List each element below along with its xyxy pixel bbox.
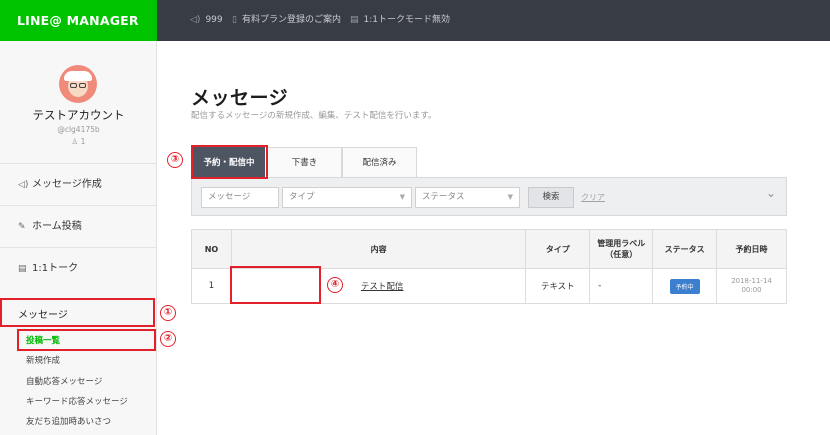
cell-status: 予約中 [652, 268, 718, 304]
annotation-box-messages [0, 298, 155, 327]
page-title: メッセージ [191, 87, 289, 109]
scheduled-date: 2018-11-14 [731, 277, 772, 285]
expand-chevron-icon[interactable]: ⌄ [766, 186, 776, 200]
sidebar: テストアカウント @clg4175b ♙ 1 ◁) メッセージ作成 ✎ ホーム投稿 … [0, 41, 157, 435]
chat-icon: ▤ [350, 15, 359, 25]
sidebar-item-one-on-one-talk[interactable]: ▤ 1:1トーク [0, 247, 156, 289]
tab-drafts[interactable]: 下書き [267, 147, 342, 177]
status-select[interactable]: ステータス ▼ [415, 187, 520, 208]
account-members: ♙ 1 [71, 137, 86, 146]
chevron-down-icon: ▼ [399, 193, 405, 201]
col-header-label: 管理用ラベル （任意） [589, 229, 654, 269]
search-button[interactable]: 検索 [528, 187, 574, 208]
annotation-box-message-link [230, 266, 321, 304]
cell-no: 1 [191, 268, 232, 304]
document-icon: ▯ [232, 15, 237, 25]
tab-sent[interactable]: 配信済み [342, 147, 417, 177]
status-badge: 予約中 [669, 278, 700, 294]
cell-label: - [589, 268, 654, 304]
filter-bar: メッセージ タイプ ▼ ステータス ▼ 検索 クリア ⌄ [191, 177, 787, 216]
account-id: @clg4175b [57, 125, 100, 134]
cell-date: 2018-11-14 00:00 [716, 268, 787, 304]
col-header-status: ステータス [652, 229, 718, 269]
annotation-box-post-list [17, 329, 156, 351]
sidebar-subitem-new[interactable]: 新規作成 [26, 354, 60, 366]
talk-mode-status[interactable]: ▤ 1:1トークモード無効 [350, 0, 450, 41]
annotation-number-2: ② [160, 331, 176, 347]
account-name: テストアカウント [32, 108, 125, 122]
top-bar: LINE@ MANAGER ◁) 999 ▯ 有料プラン登録のご案内 ▤ 1:1トーク… [0, 0, 830, 41]
annotation-number-1: ① [160, 305, 176, 321]
chevron-down-icon: ▼ [507, 193, 513, 201]
message-link[interactable]: テスト配信 [361, 282, 404, 292]
brand-logo[interactable]: LINE@ MANAGER [0, 0, 157, 41]
person-icon: ♙ [71, 137, 81, 146]
annotation-number-4: ④ [327, 277, 343, 293]
annotation-number-3: ③ [167, 152, 183, 168]
speaker-icon: ◁) [190, 15, 201, 25]
chat-icon: ▤ [18, 264, 27, 274]
annotation-box-tab [191, 145, 268, 179]
col-header-no: NO [191, 229, 232, 269]
message-search-input[interactable]: メッセージ [201, 187, 279, 208]
cell-type: テキスト [525, 268, 591, 304]
topbar-count[interactable]: ◁) 999 [190, 0, 223, 41]
edit-icon: ✎ [18, 222, 26, 232]
sidebar-subitem-greeting[interactable]: 友だち追加時あいさつ [26, 415, 111, 427]
clear-link[interactable]: クリア [581, 187, 605, 208]
col-header-content: 内容 [230, 229, 527, 269]
sidebar-item-create-message[interactable]: ◁) メッセージ作成 [0, 163, 156, 205]
avatar[interactable] [59, 65, 97, 103]
table-header-row: NO 内容 タイプ 管理用ラベル （任意） ステータス 予約日時 [191, 229, 787, 269]
avatar-hair [64, 71, 92, 81]
col-header-type: タイプ [525, 229, 591, 269]
plan-link[interactable]: ▯ 有料プラン登録のご案内 [232, 0, 341, 41]
sidebar-subitem-auto-reply[interactable]: 自動応答メッセージ [26, 375, 102, 387]
megaphone-icon: ◁) [18, 180, 29, 190]
scheduled-time: 00:00 [741, 286, 762, 294]
page-description: 配信するメッセージの新規作成、編集、テスト配信を行います。 [191, 111, 437, 121]
sidebar-subitem-keyword-reply[interactable]: キーワード応答メッセージ [26, 395, 128, 407]
sidebar-item-home-post[interactable]: ✎ ホーム投稿 [0, 205, 156, 247]
col-header-date: 予約日時 [716, 229, 787, 269]
avatar-glasses-left [70, 83, 77, 88]
avatar-glasses-right [79, 83, 86, 88]
type-select[interactable]: タイプ ▼ [282, 187, 412, 208]
